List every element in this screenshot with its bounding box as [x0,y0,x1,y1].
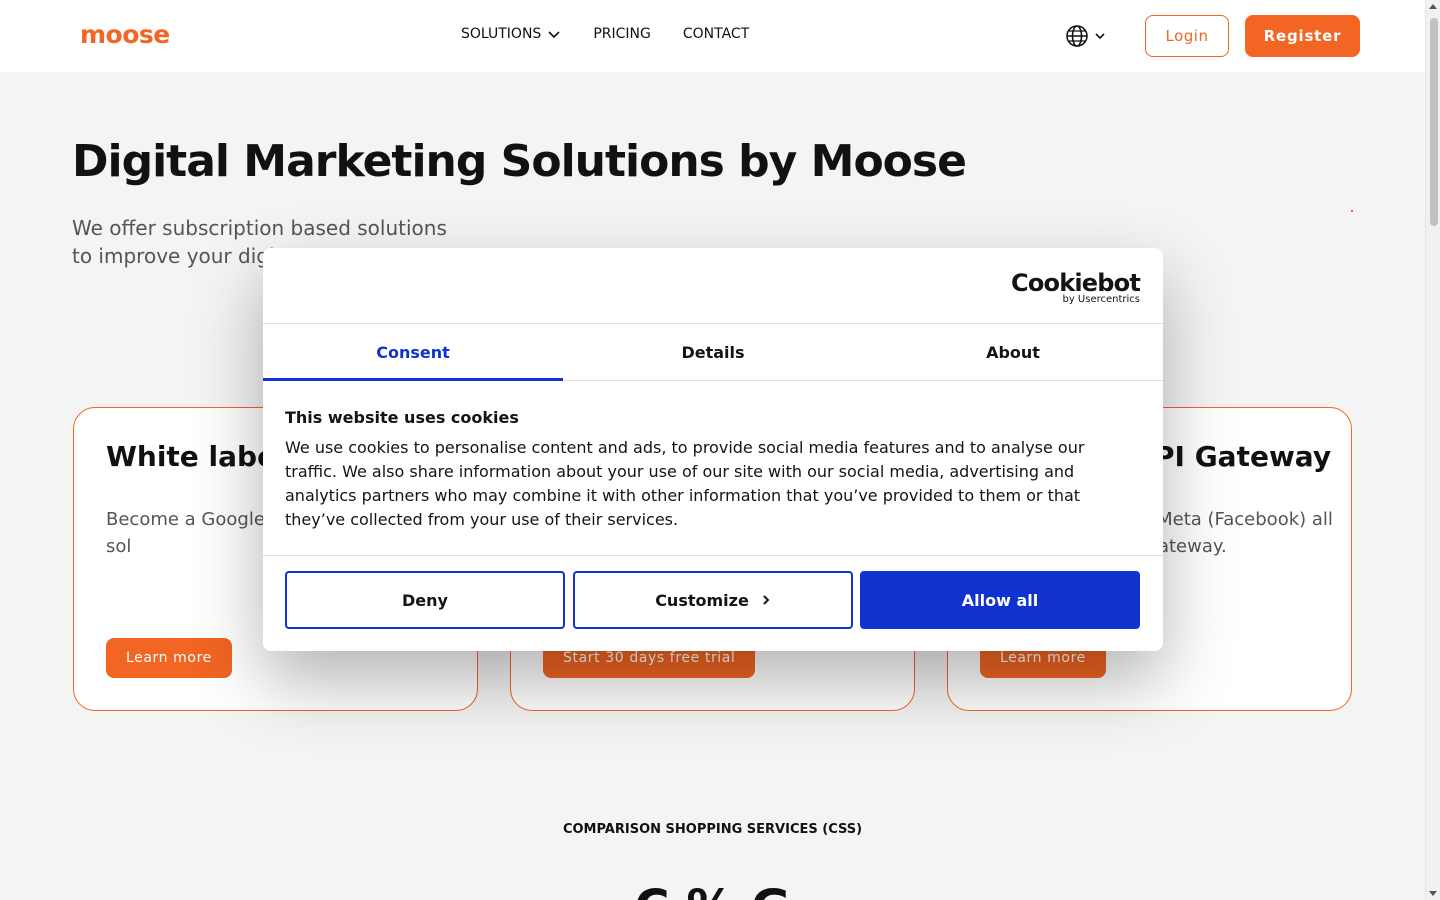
customize-button-label: Customize [655,590,749,610]
deny-button[interactable]: Deny [285,571,565,629]
cookie-consent-dialog: Cookiebot by Usercentrics Consent Detail… [263,248,1163,651]
allow-all-button[interactable]: Allow all [860,571,1140,629]
scroll-down-arrow-icon[interactable] [1429,891,1437,896]
allow-all-button-label: Allow all [961,590,1039,610]
tab-details[interactable]: Details [563,324,863,380]
scroll-thumb[interactable] [1430,18,1438,226]
divider [263,555,1163,556]
cookie-body: We use cookies to personalise content an… [285,438,1085,529]
cookiebot-logo: Cookiebot by Usercentrics [1011,269,1141,305]
scroll-up-arrow-icon[interactable] [1429,4,1437,9]
deny-button-label: Deny [402,590,448,610]
chevron-right-icon [763,595,770,605]
cookie-heading: This website uses cookies [285,408,519,427]
cookiebot-brand: Cookiebot [1011,269,1141,297]
tab-consent[interactable]: Consent [263,324,563,381]
cookie-tabs: Consent Details About [263,323,1163,381]
customize-button[interactable]: Customize [573,571,853,629]
tab-about[interactable]: About [863,324,1163,380]
page-scrollbar[interactable] [1425,0,1440,900]
